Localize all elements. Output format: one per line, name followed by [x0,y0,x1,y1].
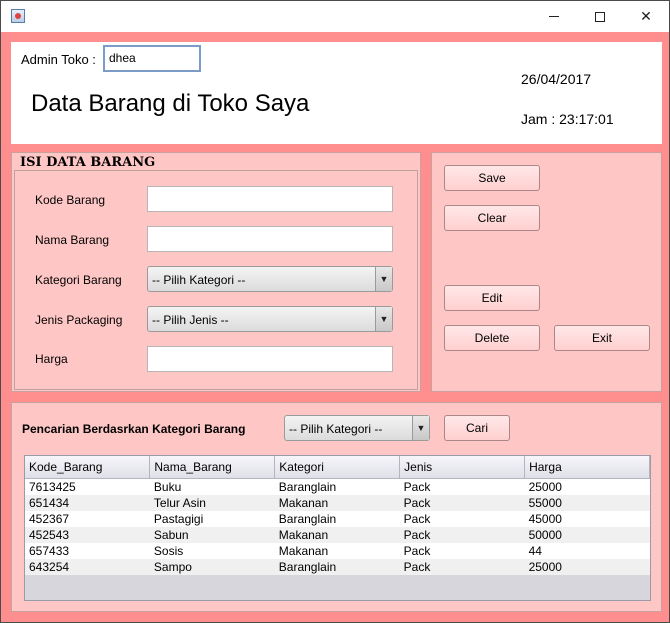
jenis-packaging-label: Jenis Packaging [35,313,123,327]
cell-nama: Sabun [149,526,275,543]
maximize-icon [595,11,605,22]
cell-kode: 651434 [25,494,150,511]
cell-jenis: Pack [399,510,525,527]
maximize-button[interactable] [577,1,623,32]
save-button[interactable]: Save [444,165,540,191]
close-button[interactable]: ✕ [623,1,669,32]
table-row[interactable]: 657433 Sosis Makanan Pack 44 [25,542,650,559]
cell-harga: 50000 [524,526,650,543]
minimize-button[interactable] [531,1,577,32]
cell-nama: Sosis [149,542,275,559]
cell-nama: Buku [149,478,275,495]
cell-kategori: Makanan [274,494,400,511]
table-row[interactable]: 452543 Sabun Makanan Pack 50000 [25,526,650,543]
column-header-kategori[interactable]: Kategori [274,456,401,479]
cell-harga: 25000 [524,558,650,575]
form-fields-group: Kode Barang Nama Barang Kategori Barang … [14,170,418,390]
cell-harga: 45000 [524,510,650,527]
chevron-down-icon[interactable]: ▼ [375,307,392,331]
chevron-down-icon[interactable]: ▼ [412,416,429,440]
form-panel: ISI DATA BARANG Kode Barang Nama Barang … [11,152,421,392]
cell-nama: Telur Asin [149,494,275,511]
action-button-panel: Save Clear Edit Delete Exit [431,152,662,392]
close-icon: ✕ [640,8,652,25]
search-kategori-selected-value: -- Pilih Kategori -- [289,422,383,436]
jenis-selected-value: -- Pilih Jenis -- [152,313,229,327]
search-panel: Pencarian Berdasrkan Kategori Barang -- … [11,402,662,612]
form-title: ISI DATA BARANG [20,155,156,170]
table-row[interactable]: 7613425 Buku Baranglain Pack 25000 [25,478,650,495]
cell-kategori: Baranglain [274,478,400,495]
nama-barang-input[interactable] [147,226,393,252]
barang-table[interactable]: Kode_Barang Nama_Barang Kategori Jenis H… [24,455,651,601]
kategori-selected-value: -- Pilih Kategori -- [152,273,246,287]
kode-barang-input[interactable] [147,186,393,212]
column-header-nama[interactable]: Nama_Barang [149,456,276,479]
java-app-icon [11,9,25,23]
cari-button[interactable]: Cari [444,415,510,441]
exit-button[interactable]: Exit [554,325,650,351]
cell-kategori: Baranglain [274,558,400,575]
harga-input[interactable] [147,346,393,372]
search-kategori-select[interactable]: -- Pilih Kategori -- ▼ [284,415,430,441]
table-row[interactable]: 452367 Pastagigi Baranglain Pack 45000 [25,510,650,527]
column-header-harga[interactable]: Harga [524,456,650,479]
table-row[interactable]: 651434 Telur Asin Makanan Pack 55000 [25,494,650,511]
cell-jenis: Pack [399,542,525,559]
cell-harga: 25000 [524,478,650,495]
cell-nama: Sampo [149,558,275,575]
cell-jenis: Pack [399,558,525,575]
header-panel: Admin Toko : dhea Data Barang di Toko Sa… [11,42,662,144]
chevron-down-icon[interactable]: ▼ [375,267,392,291]
admin-name-field[interactable]: dhea [103,45,201,72]
main-window: ✕ Admin Toko : dhea Data Barang di Toko … [0,0,670,623]
kategori-barang-select[interactable]: -- Pilih Kategori -- ▼ [147,266,393,292]
cell-kode: 643254 [25,558,150,575]
delete-button[interactable]: Delete [444,325,540,351]
cell-kategori: Makanan [274,542,400,559]
page-title: Data Barang di Toko Saya [31,90,310,117]
edit-button[interactable]: Edit [444,285,540,311]
cell-kode: 7613425 [25,478,150,495]
date-label: 26/04/2017 [521,71,592,87]
column-header-kode[interactable]: Kode_Barang [25,456,151,479]
cell-jenis: Pack [399,494,525,511]
nama-barang-label: Nama Barang [35,233,110,247]
cell-kode: 657433 [25,542,150,559]
cell-harga: 55000 [524,494,650,511]
cell-kategori: Baranglain [274,510,400,527]
cell-kode: 452367 [25,510,150,527]
cell-kode: 452543 [25,526,150,543]
column-header-jenis[interactable]: Jenis [399,456,526,479]
kode-barang-label: Kode Barang [35,193,106,207]
harga-label: Harga [35,352,68,366]
table-header-row: Kode_Barang Nama_Barang Kategori Jenis H… [25,456,650,479]
search-label: Pencarian Berdasrkan Kategori Barang [22,422,246,436]
clock-label: Jam : 23:17:01 [521,111,614,127]
title-bar: ✕ [1,1,669,32]
minimize-icon [549,16,559,17]
kategori-barang-label: Kategori Barang [35,273,122,287]
table-row[interactable]: 643254 Sampo Baranglain Pack 25000 [25,558,650,575]
clear-button[interactable]: Clear [444,205,540,231]
cell-jenis: Pack [399,526,525,543]
cell-harga: 44 [524,542,650,559]
admin-label: Admin Toko : [21,52,96,67]
cell-nama: Pastagigi [149,510,275,527]
cell-kategori: Makanan [274,526,400,543]
cell-jenis: Pack [399,478,525,495]
jenis-packaging-select[interactable]: -- Pilih Jenis -- ▼ [147,306,393,332]
